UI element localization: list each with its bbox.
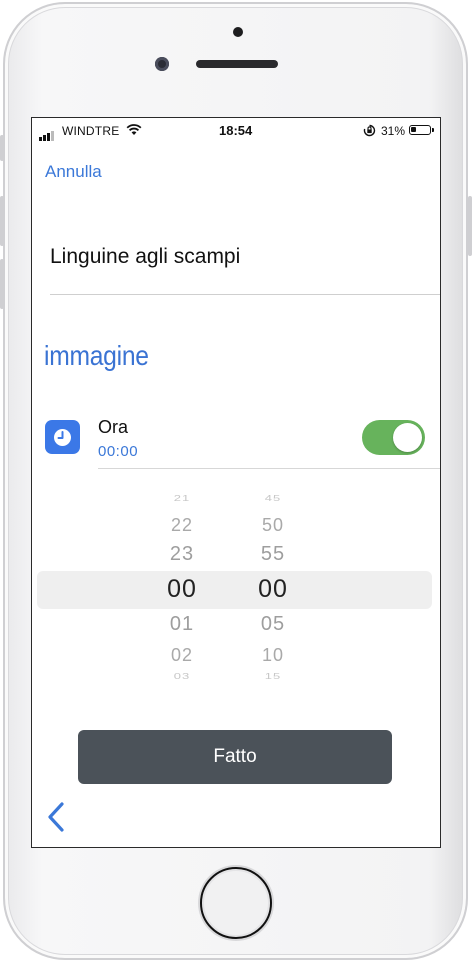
picker-value: 22	[170, 515, 194, 535]
clock-icon	[45, 420, 80, 454]
picker-value: 55	[260, 543, 286, 565]
rotation-lock-icon	[363, 124, 376, 137]
picker-selection-band	[37, 571, 432, 609]
front-camera	[155, 57, 169, 71]
picker-value: 50	[261, 515, 285, 535]
toggle-knob	[393, 423, 422, 452]
picker-value: 15	[264, 672, 282, 681]
cancel-button[interactable]: Annulla	[45, 162, 102, 182]
signal-icon	[39, 127, 55, 141]
title-underline	[50, 294, 440, 295]
status-time: 18:54	[219, 123, 253, 138]
picker-value: 45	[264, 494, 282, 503]
home-button[interactable]	[200, 867, 272, 939]
recipe-title-field[interactable]: Linguine agli scampi	[50, 245, 240, 269]
battery-fill	[411, 127, 416, 132]
proximity-sensor	[233, 27, 243, 37]
picker-value-selected: 00	[167, 575, 197, 603]
picker-value: 01	[169, 613, 195, 635]
picker-value: 05	[260, 613, 286, 635]
image-link[interactable]: immagine	[44, 340, 149, 372]
battery-percentage: 31%	[381, 124, 406, 138]
earpiece-speaker	[196, 60, 278, 68]
picker-value-selected: 00	[258, 575, 288, 603]
time-row-value: 00:00	[98, 443, 139, 460]
screen: WINDTRE 18:54 31% Annulla Linguine agli …	[31, 117, 441, 848]
done-button[interactable]: Fatto	[78, 730, 392, 784]
time-row-divider	[98, 468, 440, 469]
chevron-left-icon[interactable]	[45, 801, 67, 833]
time-row-label: Ora	[98, 417, 129, 437]
silent-switch	[0, 135, 4, 161]
hour-picker-wheel[interactable]: 21 22 23 00 01 02 03	[152, 488, 212, 688]
wifi-icon	[126, 124, 142, 135]
picker-value: 23	[169, 543, 195, 565]
power-button	[468, 196, 472, 256]
minute-picker-wheel[interactable]: 45 50 55 00 05 10 15	[243, 488, 303, 688]
picker-value: 10	[261, 645, 285, 665]
picker-value: 02	[170, 645, 194, 665]
battery-icon	[409, 125, 434, 135]
status-bar: WINDTRE 18:54 31%	[32, 118, 440, 144]
carrier-name: WINDTRE	[62, 124, 120, 138]
picker-value: 03	[173, 672, 191, 681]
picker-value: 21	[173, 494, 191, 503]
volume-down-button	[0, 259, 4, 309]
volume-up-button	[0, 196, 4, 246]
time-toggle[interactable]	[362, 420, 425, 455]
